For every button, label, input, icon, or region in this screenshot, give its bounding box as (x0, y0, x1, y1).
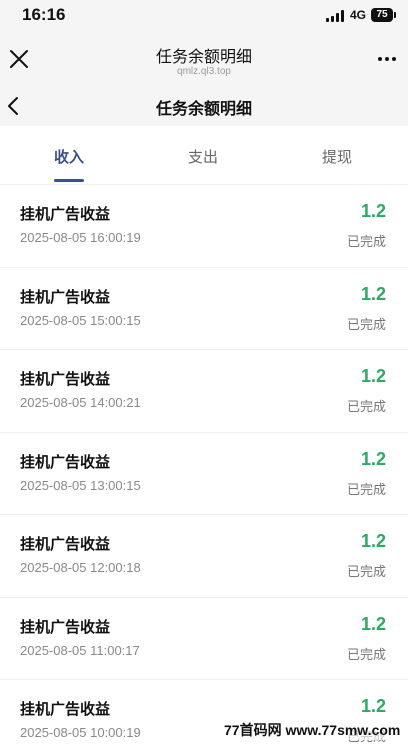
record-time: 2025-08-05 13:00:15 (20, 477, 141, 493)
page-title: 任务余额明细 (155, 101, 252, 118)
battery-tip (394, 12, 396, 18)
status-bar: 16:16 4G 75 (0, 0, 408, 30)
record-amount: 1.2 (360, 531, 386, 551)
record-title: 挂机广告收益 (20, 371, 111, 388)
record-title: 挂机广告收益 (20, 618, 111, 636)
tab-bar: 收入 支出 提现 (0, 126, 408, 185)
tab-withdraw[interactable]: 提现 (297, 146, 377, 167)
battery-icon: 75 (371, 8, 393, 22)
record-amount: 1.2 (360, 366, 386, 386)
list-item[interactable]: 挂机广告收益 2025-08-05 11:00:17 1.2 已完成 (0, 598, 408, 680)
browser-title: 任务余额明细 (155, 49, 252, 66)
signal-icon (326, 10, 346, 22)
record-amount: 1.2 (360, 448, 386, 469)
record-title: 挂机广告收益 (20, 701, 111, 718)
record-amount: 1.2 (360, 201, 386, 221)
watermark: 77首码网 www.77smw.com (222, 720, 403, 740)
record-amount: 1.2 (360, 613, 386, 634)
record-status: 已完成 (346, 646, 386, 662)
record-time: 2025-08-05 14:00:21 (20, 395, 141, 410)
record-time: 2025-08-05 10:00:19 (20, 725, 141, 740)
list-item[interactable]: 挂机广告收益 2025-08-05 16:00:19 1.2 已完成 (0, 185, 408, 268)
record-time: 2025-08-05 16:00:19 (20, 230, 141, 245)
browser-header: 任务余额明细 qmlz.ql3.top (0, 30, 408, 86)
record-status: 已完成 (346, 564, 386, 579)
page-header: 任务余额明细 (0, 86, 408, 126)
record-time: 2025-08-05 11:00:17 (20, 642, 140, 658)
network-type: 4G (350, 8, 367, 22)
status-time: 16:16 (22, 5, 66, 24)
record-amount: 1.2 (360, 696, 386, 716)
list-item[interactable]: 挂机广告收益 2025-08-05 14:00:21 1.2 已完成 (0, 350, 408, 433)
record-status: 已完成 (346, 316, 386, 332)
list-item[interactable]: 挂机广告收益 2025-08-05 12:00:18 1.2 已完成 (0, 515, 408, 598)
record-time: 2025-08-05 12:00:18 (20, 560, 141, 575)
record-list: 挂机广告收益 2025-08-05 16:00:19 1.2 已完成 挂机广告收… (0, 185, 408, 746)
record-status: 已完成 (346, 481, 386, 497)
record-status: 已完成 (346, 234, 386, 249)
record-title: 挂机广告收益 (20, 288, 111, 306)
record-title: 挂机广告收益 (20, 206, 111, 223)
record-amount: 1.2 (360, 283, 386, 304)
active-tab-indicator (54, 179, 84, 182)
record-title: 挂机广告收益 (20, 453, 111, 471)
list-item[interactable]: 挂机广告收益 2025-08-05 13:00:15 1.2 已完成 (0, 433, 408, 515)
more-icon[interactable] (376, 57, 398, 63)
tab-income[interactable]: 收入 (29, 146, 109, 167)
list-item[interactable]: 挂机广告收益 2025-08-05 15:00:15 1.2 已完成 (0, 268, 408, 350)
record-title: 挂机广告收益 (20, 536, 111, 553)
record-time: 2025-08-05 15:00:15 (20, 312, 141, 328)
browser-url: qmlz.ql3.top (177, 66, 231, 77)
record-status: 已完成 (346, 399, 386, 414)
tab-expense[interactable]: 支出 (163, 146, 243, 167)
